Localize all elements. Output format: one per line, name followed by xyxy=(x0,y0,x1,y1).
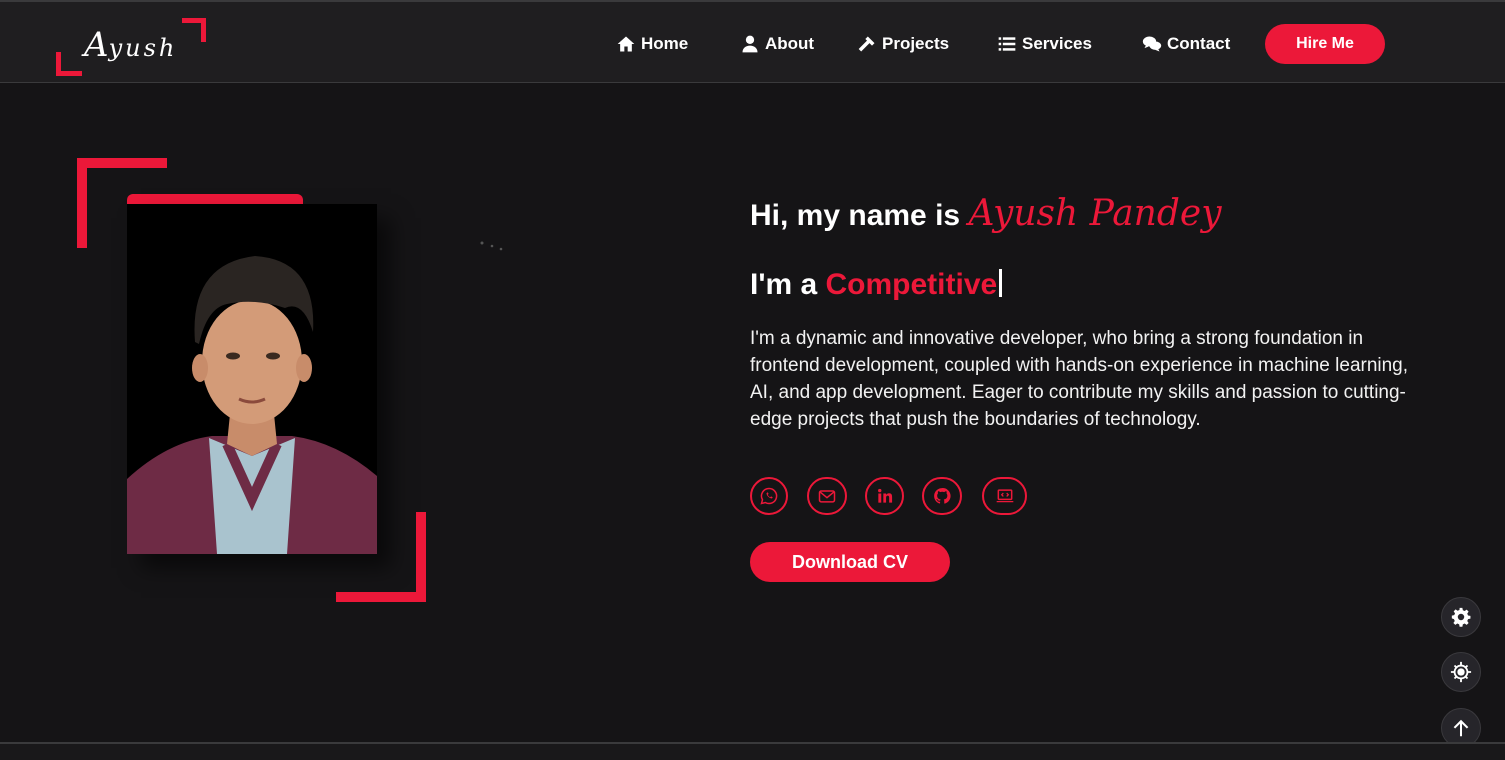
settings-icon xyxy=(1451,607,1471,627)
email-icon xyxy=(818,490,836,503)
nav-item-label: Contact xyxy=(1167,34,1231,53)
list-icon xyxy=(998,37,1016,51)
nav-item-label: Projects xyxy=(882,34,950,53)
role-prefix: I'm a xyxy=(750,268,826,301)
nav-item-about[interactable]: About xyxy=(740,32,814,56)
whatsapp-link[interactable] xyxy=(750,477,788,515)
nav-item-services[interactable]: Services xyxy=(997,32,1092,56)
logo-corner-top-right xyxy=(182,18,206,42)
nav-item-label: Home xyxy=(641,34,689,53)
nav-item-label: Services xyxy=(1022,34,1092,53)
user-icon xyxy=(742,35,758,53)
logo-text: Ayush xyxy=(84,25,178,65)
decorative-dots xyxy=(480,241,503,251)
logo[interactable]: Ayush xyxy=(56,18,208,76)
email-link[interactable] xyxy=(807,477,847,515)
arrow-up-icon xyxy=(1453,719,1469,737)
navbar: Ayush Home About Projects Services Conta… xyxy=(0,0,1505,83)
comments-icon xyxy=(1142,36,1162,52)
bio-paragraph: I'm a dynamic and innovative developer, … xyxy=(750,328,1409,430)
download-cv-button[interactable]: Download CV xyxy=(750,542,950,582)
linkedin-icon xyxy=(877,488,892,503)
photo-frame-bottom-right xyxy=(336,512,426,602)
whatsapp-icon xyxy=(760,487,778,505)
theme-toggle-button[interactable] xyxy=(1441,652,1481,692)
hire-me-button[interactable]: Hire Me xyxy=(1265,24,1385,64)
linkedin-link[interactable] xyxy=(865,477,904,515)
github-icon xyxy=(934,488,951,504)
settings-button[interactable] xyxy=(1441,597,1481,637)
nav-item-label: About xyxy=(765,34,815,53)
nav-item-contact[interactable]: Contact xyxy=(1142,32,1230,56)
bottom-divider xyxy=(0,742,1505,760)
typing-cursor xyxy=(999,269,1003,297)
github-link[interactable] xyxy=(922,477,962,515)
code-laptop-icon xyxy=(996,489,1013,503)
hammer-icon xyxy=(858,36,875,52)
profile-photo xyxy=(127,204,377,554)
hero-name: Ayush Pandey xyxy=(968,193,1222,234)
greeting-text: Hi, my name is xyxy=(750,199,969,232)
nav-item-home[interactable]: Home xyxy=(616,32,688,56)
typed-role: Competitive xyxy=(825,268,998,301)
home-icon xyxy=(617,36,635,52)
theme-gear-icon xyxy=(1450,661,1472,683)
greeting-heading: Hi, my name is Ayush Pandey xyxy=(750,193,1222,234)
role-heading: I'm a Competitive xyxy=(750,268,1003,302)
logo-corner-bottom-left xyxy=(56,52,82,76)
portfolio-link[interactable] xyxy=(982,477,1027,515)
nav-item-projects[interactable]: Projects xyxy=(857,32,949,56)
